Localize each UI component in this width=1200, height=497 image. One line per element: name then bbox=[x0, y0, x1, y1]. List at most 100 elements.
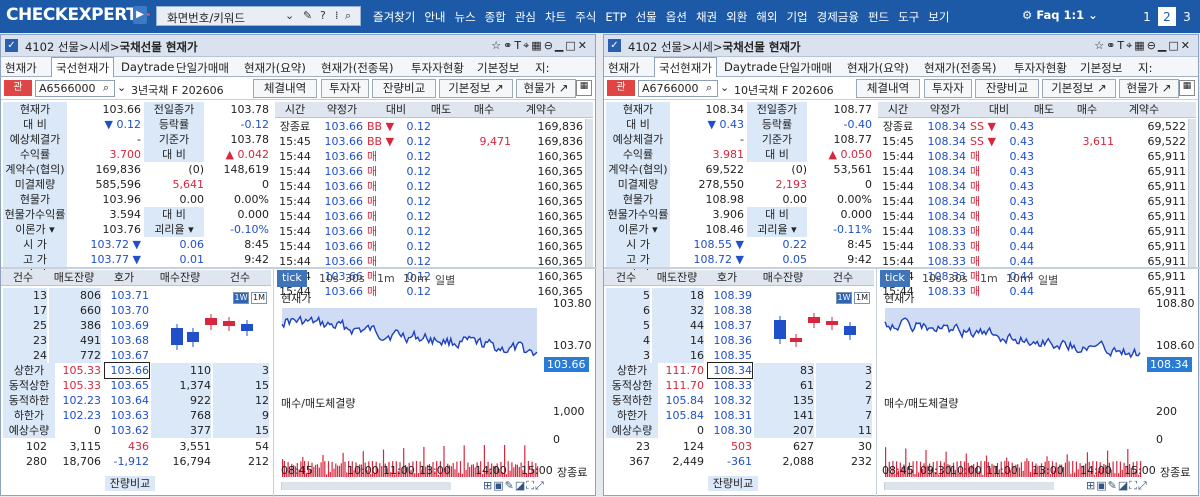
tab-1[interactable]: 현재가 bbox=[608, 60, 640, 76]
chart-tab-30s[interactable]: 30s bbox=[345, 272, 365, 285]
window-check-icon[interactable]: ✓ bbox=[608, 39, 621, 52]
grid-icon[interactable]: ▦ bbox=[1134, 39, 1146, 52]
star-icon[interactable]: ☆ bbox=[491, 39, 503, 52]
menu-item[interactable]: 안내 bbox=[424, 10, 445, 24]
chart-scrollbar[interactable] bbox=[884, 482, 1054, 490]
ask-price[interactable]: 108.38 bbox=[708, 303, 753, 318]
tab-1[interactable]: 현재가 bbox=[5, 60, 37, 76]
menu-item[interactable]: 관심 bbox=[515, 10, 536, 24]
window-check-icon[interactable]: ✓ bbox=[5, 39, 18, 52]
tab-6[interactable]: 현재가(전종목) bbox=[321, 60, 393, 76]
bid-price[interactable]: 108.33 bbox=[708, 378, 753, 393]
toolbar-button-3[interactable]: 잔량비교 bbox=[372, 79, 436, 98]
chart-tab-1m[interactable]: 1m bbox=[980, 272, 998, 285]
menu-item[interactable]: 차트 bbox=[545, 10, 566, 24]
price-chart[interactable] bbox=[279, 290, 541, 480]
toolbar-button-2[interactable]: 투자자 bbox=[321, 79, 369, 98]
trades-scrollbar[interactable] bbox=[1188, 119, 1196, 269]
menu-item[interactable]: 선물 bbox=[636, 10, 657, 24]
period-1W-button[interactable]: 1W bbox=[233, 292, 249, 304]
menu-item[interactable]: 뉴스 bbox=[455, 10, 476, 24]
chart-tab-tick[interactable]: tick bbox=[277, 270, 307, 287]
code-search-icon[interactable]: ⌕ bbox=[103, 81, 109, 95]
menu-item[interactable]: 주식 bbox=[575, 10, 596, 24]
tab-4[interactable]: 단일가매매 bbox=[779, 60, 832, 76]
chart-tab-일별[interactable]: 일별 bbox=[1038, 272, 1058, 288]
ask-price[interactable]: 108.35 bbox=[708, 348, 753, 363]
bid-price[interactable]: 103.64 bbox=[105, 393, 150, 408]
layout-grid-icon[interactable]: ▦ bbox=[576, 80, 592, 96]
toolbar-button-4[interactable]: 기본정보 ↗ bbox=[1042, 79, 1116, 98]
ask-price[interactable]: 103.70 bbox=[105, 303, 150, 318]
page-3-button[interactable]: 3 bbox=[1178, 8, 1196, 27]
ask-price[interactable]: 103.69 bbox=[105, 318, 150, 333]
tab-3[interactable]: Daytrade bbox=[121, 60, 174, 74]
zoom-icon[interactable]: ⊞ bbox=[483, 479, 493, 492]
favorite-toggle-icon[interactable]: 관 bbox=[607, 80, 635, 96]
tab-5[interactable]: 현재가(요약) bbox=[847, 60, 909, 76]
dropdown-chevron-icon[interactable]: ⌄ bbox=[285, 9, 294, 22]
minimize-icon[interactable]: ▁ bbox=[1158, 39, 1168, 52]
layout-grid-icon[interactable]: ▦ bbox=[1179, 80, 1195, 96]
tab-2[interactable]: 국선현재가 bbox=[51, 57, 114, 77]
minimize-icon[interactable]: ▁ bbox=[555, 39, 565, 52]
close-icon[interactable]: ✕ bbox=[578, 39, 589, 52]
toolbar-button-2[interactable]: 투자자 bbox=[924, 79, 972, 98]
grid-icon[interactable]: ▦ bbox=[531, 39, 543, 52]
ask-price[interactable]: 103.67 bbox=[105, 348, 150, 363]
logo-expand-icon[interactable]: ▶ bbox=[133, 6, 147, 24]
menu-item[interactable]: 외환 bbox=[726, 10, 747, 24]
ask-price[interactable]: 108.37 bbox=[708, 318, 753, 333]
tab-4[interactable]: 단일가매매 bbox=[176, 60, 229, 76]
settings-tool-icon[interactable]: ✎ bbox=[303, 9, 312, 22]
bid-price[interactable]: 108.32 bbox=[708, 393, 753, 408]
bid-price[interactable]: 108.30 bbox=[708, 423, 753, 438]
page-2-button[interactable]: 2 bbox=[1158, 7, 1176, 26]
minus-circle-icon[interactable]: ⊖ bbox=[1147, 39, 1158, 52]
ask-price[interactable]: 103.68 bbox=[105, 333, 150, 348]
chat-icon[interactable]: ▣ bbox=[493, 479, 504, 492]
code-dropdown-icon[interactable]: ⌄ bbox=[117, 81, 126, 94]
tab-5[interactable]: 현재가(요약) bbox=[244, 60, 306, 76]
text-icon[interactable]: T bbox=[1117, 39, 1126, 52]
bid-price[interactable]: 103.62 bbox=[105, 423, 150, 438]
search-icon[interactable]: ⌕ bbox=[345, 9, 351, 23]
period-1M-button[interactable]: 1M bbox=[251, 292, 267, 304]
chart-tab-1m[interactable]: 1m bbox=[377, 272, 395, 285]
chart-tab-10s[interactable]: 10s bbox=[922, 272, 942, 285]
menu-item[interactable]: 종합 bbox=[485, 10, 506, 24]
toolbar-button-3[interactable]: 잔량비교 bbox=[975, 79, 1039, 98]
menu-item[interactable]: 채권 bbox=[696, 10, 717, 24]
tab-6[interactable]: 현재가(전종목) bbox=[924, 60, 996, 76]
tab-2[interactable]: 국선현재가 bbox=[654, 57, 717, 77]
link-icon[interactable]: ⚭ bbox=[1106, 39, 1117, 52]
tab-7[interactable]: 투자자현황 bbox=[411, 60, 464, 76]
star-icon[interactable]: ☆ bbox=[1094, 39, 1106, 52]
draw-icon[interactable]: ✎ bbox=[505, 479, 515, 492]
expand-icon[interactable]: ⤢ bbox=[1138, 479, 1148, 492]
help-icon[interactable]: ? bbox=[320, 9, 326, 22]
tab-9[interactable]: 지: bbox=[535, 60, 549, 76]
bid-price[interactable]: 108.31 bbox=[708, 408, 753, 423]
period-1M-button[interactable]: 1M bbox=[854, 292, 870, 304]
code-dropdown-icon[interactable]: ⌄ bbox=[720, 81, 729, 94]
eraser-icon[interactable]: ◪ bbox=[1118, 479, 1129, 492]
more-icon[interactable]: ⁞ bbox=[335, 9, 339, 22]
minus-circle-icon[interactable]: ⊖ bbox=[544, 39, 555, 52]
zoom-icon[interactable]: ⊞ bbox=[1086, 479, 1096, 492]
menu-item[interactable]: ETP bbox=[605, 10, 626, 24]
tab-8[interactable]: 기본정보 bbox=[477, 60, 519, 76]
toolbar-button-1[interactable]: 체결내역 bbox=[856, 79, 920, 98]
menu-item[interactable]: 펀드 bbox=[868, 10, 889, 24]
menu-item[interactable]: 도구 bbox=[898, 10, 919, 24]
ask-price[interactable]: 103.71 bbox=[105, 288, 150, 303]
bid-price[interactable]: 103.65 bbox=[105, 378, 150, 393]
faq-button[interactable]: ⚙ Faq 1:1 ⌄ bbox=[1022, 8, 1098, 22]
chart-tab-10m[interactable]: 10m bbox=[1006, 272, 1031, 285]
link-icon[interactable]: ⚭ bbox=[503, 39, 514, 52]
bid-price[interactable]: 108.34 bbox=[707, 362, 753, 379]
chart-tab-30s[interactable]: 30s bbox=[948, 272, 968, 285]
bid-price[interactable]: 103.66 bbox=[104, 362, 150, 379]
fit-icon[interactable]: ⛶ bbox=[526, 479, 535, 492]
menu-item[interactable]: 즐겨찾기 bbox=[373, 10, 415, 24]
